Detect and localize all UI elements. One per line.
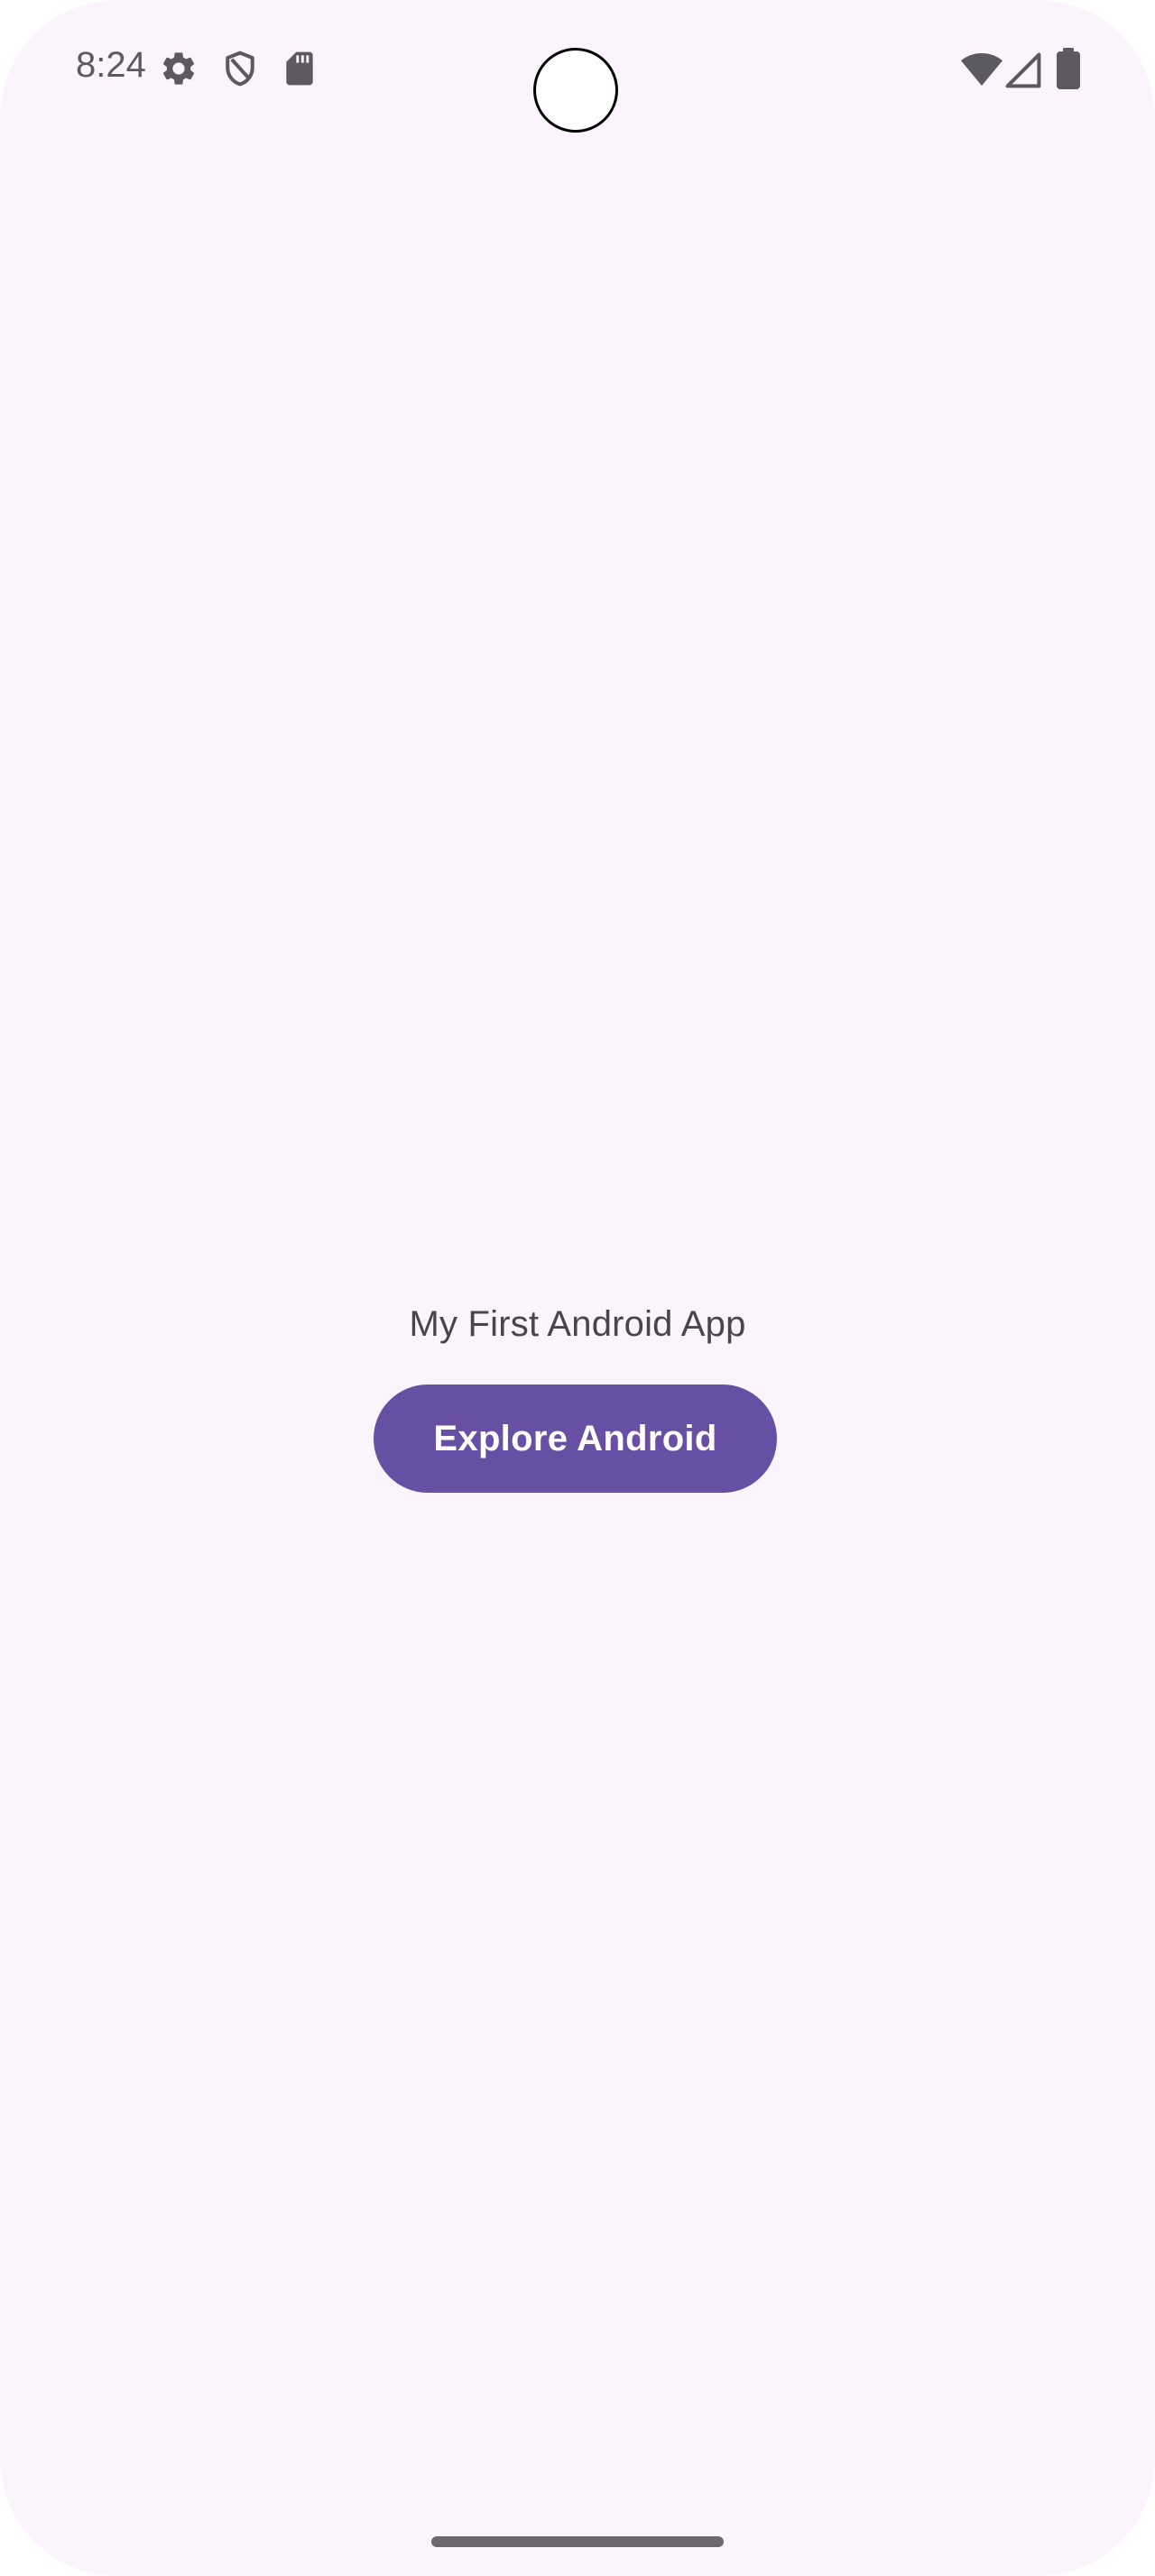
status-time: 8:24 [76, 45, 146, 85]
app-title: My First Android App [409, 1304, 746, 1344]
battery-icon [1052, 47, 1085, 90]
camera-cutout [533, 48, 618, 133]
status-bar: 8:24 [0, 0, 1155, 144]
shield-icon [220, 49, 260, 88]
explore-android-button[interactable]: Explore Android [374, 1385, 777, 1493]
sd-card-icon [280, 49, 319, 88]
cell-signal-icon [1003, 51, 1043, 90]
home-indicator[interactable] [431, 2536, 724, 2547]
gear-icon [159, 49, 199, 88]
phone-screen: 8:24 My First Android App Explore Androi… [0, 0, 1155, 2576]
wifi-icon [960, 47, 1003, 90]
